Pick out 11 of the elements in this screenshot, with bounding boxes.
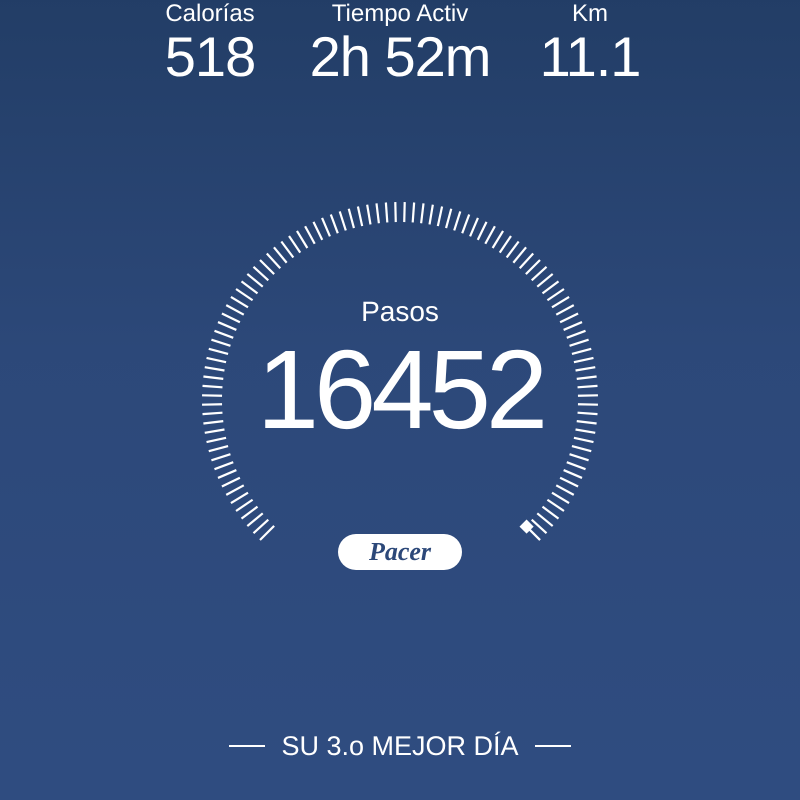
best-day-text: SU 3.o MEJOR DÍA bbox=[281, 730, 519, 762]
stat-value: 11.1 bbox=[538, 28, 642, 86]
stat-label: Km bbox=[571, 0, 609, 28]
progress-marker-icon bbox=[520, 520, 541, 541]
brand-logo: Pacer bbox=[338, 534, 462, 570]
stat-value: 518 bbox=[164, 28, 256, 86]
steps-count: 16452 bbox=[256, 334, 544, 446]
stat-label: Tiempo Activ bbox=[330, 0, 470, 28]
stat-label: Calorías bbox=[164, 0, 256, 28]
steps-label: Pasos bbox=[360, 296, 440, 328]
stat-value: 2h 52m bbox=[308, 28, 492, 86]
